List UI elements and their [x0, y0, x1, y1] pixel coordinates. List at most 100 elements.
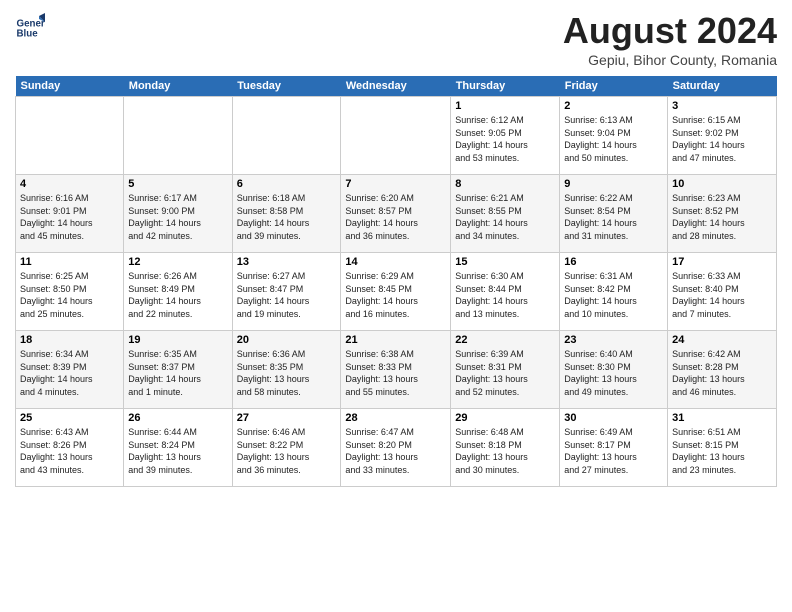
day-number: 29	[455, 412, 555, 424]
day-info: Sunrise: 6:16 AM Sunset: 9:01 PM Dayligh…	[20, 192, 119, 242]
day-info: Sunrise: 6:30 AM Sunset: 8:44 PM Dayligh…	[455, 270, 555, 320]
day-info: Sunrise: 6:22 AM Sunset: 8:54 PM Dayligh…	[564, 192, 663, 242]
day-cell: 8Sunrise: 6:21 AM Sunset: 8:55 PM Daylig…	[451, 175, 560, 253]
day-cell: 30 Sunrise: 6:49 AM Sunset: 8:17 PM Dayli…	[560, 409, 668, 487]
day-info: Sunrise: 6:26 AM Sunset: 8:49 PM Dayligh…	[128, 270, 227, 320]
day-cell	[341, 97, 451, 175]
logo: General Blue	[15, 10, 45, 40]
day-info: Sunrise: 6:34 AM Sunset: 8:39 PM Dayligh…	[20, 348, 119, 398]
day-number: 4	[20, 178, 119, 190]
logo-icon: General Blue	[15, 10, 45, 40]
day-info: Sunrise: 6:29 AM Sunset: 8:45 PM Dayligh…	[345, 270, 446, 320]
day-cell: 29Sunrise: 6:48 AM Sunset: 8:18 PM Dayli…	[451, 409, 560, 487]
location: Gepiu, Bihor County, Romania	[563, 52, 777, 68]
day-cell: 19Sunrise: 6:35 AM Sunset: 8:37 PM Dayli…	[124, 331, 232, 409]
day-cell: 23Sunrise: 6:40 AM Sunset: 8:30 PM Dayli…	[560, 331, 668, 409]
day-info: Sunrise: 6:20 AM Sunset: 8:57 PM Dayligh…	[345, 192, 446, 242]
day-cell: 12 Sunrise: 6:26 AM Sunset: 8:49 PM Dayli…	[124, 253, 232, 331]
day-cell	[16, 97, 124, 175]
day-number: 8	[455, 178, 555, 190]
day-number: 17	[672, 256, 772, 268]
day-cell: 13 Sunrise: 6:27 AM Sunset: 8:47 PM Dayli…	[232, 253, 341, 331]
day-cell: 20 Sunrise: 6:36 AM Sunset: 8:35 PM Dayli…	[232, 331, 341, 409]
day-info: Sunrise: 6:49 AM Sunset: 8:17 PM Dayligh…	[564, 426, 663, 476]
day-number: 22	[455, 334, 555, 346]
day-number: 2	[564, 100, 663, 112]
day-number: 18	[20, 334, 119, 346]
day-info: Sunrise: 6:18 AM Sunset: 8:58 PM Dayligh…	[237, 192, 337, 242]
header: General Blue August 2024 Gepiu, Bihor Co…	[15, 10, 777, 68]
day-number: 24	[672, 334, 772, 346]
day-cell: 5Sunrise: 6:17 AM Sunset: 9:00 PM Daylig…	[124, 175, 232, 253]
day-number: 13	[237, 256, 337, 268]
col-wednesday: Wednesday	[341, 76, 451, 97]
day-cell: 17 Sunrise: 6:33 AM Sunset: 8:40 PM Dayli…	[668, 253, 777, 331]
day-number: 21	[345, 334, 446, 346]
day-number: 26	[128, 412, 227, 424]
day-cell: 9 Sunrise: 6:22 AM Sunset: 8:54 PM Daylig…	[560, 175, 668, 253]
day-number: 23	[564, 334, 663, 346]
day-cell: 15 Sunrise: 6:30 AM Sunset: 8:44 PM Dayli…	[451, 253, 560, 331]
day-info: Sunrise: 6:39 AM Sunset: 8:31 PM Dayligh…	[455, 348, 555, 398]
day-number: 15	[455, 256, 555, 268]
day-cell: 18 Sunrise: 6:34 AM Sunset: 8:39 PM Dayli…	[16, 331, 124, 409]
day-cell: 28 Sunrise: 6:47 AM Sunset: 8:20 PM Dayli…	[341, 409, 451, 487]
day-info: Sunrise: 6:33 AM Sunset: 8:40 PM Dayligh…	[672, 270, 772, 320]
week-row-2: 11 Sunrise: 6:25 AM Sunset: 8:50 PM Dayli…	[16, 253, 777, 331]
day-cell: 27 Sunrise: 6:46 AM Sunset: 8:22 PM Dayli…	[232, 409, 341, 487]
day-info: Sunrise: 6:43 AM Sunset: 8:26 PM Dayligh…	[20, 426, 119, 476]
col-sunday: Sunday	[16, 76, 124, 97]
calendar-page: General Blue August 2024 Gepiu, Bihor Co…	[0, 0, 792, 612]
day-number: 12	[128, 256, 227, 268]
day-info: Sunrise: 6:12 AM Sunset: 9:05 PM Dayligh…	[455, 114, 555, 164]
day-info: Sunrise: 6:42 AM Sunset: 8:28 PM Dayligh…	[672, 348, 772, 398]
day-number: 20	[237, 334, 337, 346]
day-number: 3	[672, 100, 772, 112]
day-number: 1	[455, 100, 555, 112]
day-info: Sunrise: 6:31 AM Sunset: 8:42 PM Dayligh…	[564, 270, 663, 320]
day-number: 28	[345, 412, 446, 424]
col-saturday: Saturday	[668, 76, 777, 97]
day-info: Sunrise: 6:51 AM Sunset: 8:15 PM Dayligh…	[672, 426, 772, 476]
day-number: 19	[128, 334, 227, 346]
day-number: 16	[564, 256, 663, 268]
day-info: Sunrise: 6:44 AM Sunset: 8:24 PM Dayligh…	[128, 426, 227, 476]
day-cell: 26 Sunrise: 6:44 AM Sunset: 8:24 PM Dayli…	[124, 409, 232, 487]
day-info: Sunrise: 6:46 AM Sunset: 8:22 PM Dayligh…	[237, 426, 337, 476]
day-cell: 10Sunrise: 6:23 AM Sunset: 8:52 PM Dayli…	[668, 175, 777, 253]
day-cell: 4 Sunrise: 6:16 AM Sunset: 9:01 PM Daylig…	[16, 175, 124, 253]
day-number: 31	[672, 412, 772, 424]
day-info: Sunrise: 6:13 AM Sunset: 9:04 PM Dayligh…	[564, 114, 663, 164]
day-number: 27	[237, 412, 337, 424]
day-cell: 2 Sunrise: 6:13 AM Sunset: 9:04 PM Daylig…	[560, 97, 668, 175]
day-cell: 31 Sunrise: 6:51 AM Sunset: 8:15 PM Dayli…	[668, 409, 777, 487]
col-thursday: Thursday	[451, 76, 560, 97]
day-number: 11	[20, 256, 119, 268]
day-number: 9	[564, 178, 663, 190]
header-row: Sunday Monday Tuesday Wednesday Thursday…	[16, 76, 777, 97]
col-friday: Friday	[560, 76, 668, 97]
day-number: 25	[20, 412, 119, 424]
day-cell	[232, 97, 341, 175]
day-cell: 7Sunrise: 6:20 AM Sunset: 8:57 PM Daylig…	[341, 175, 451, 253]
week-row-0: 1 Sunrise: 6:12 AM Sunset: 9:05 PM Daylig…	[16, 97, 777, 175]
week-row-1: 4 Sunrise: 6:16 AM Sunset: 9:01 PM Daylig…	[16, 175, 777, 253]
day-info: Sunrise: 6:25 AM Sunset: 8:50 PM Dayligh…	[20, 270, 119, 320]
day-info: Sunrise: 6:27 AM Sunset: 8:47 PM Dayligh…	[237, 270, 337, 320]
day-cell: 22 Sunrise: 6:39 AM Sunset: 8:31 PM Dayli…	[451, 331, 560, 409]
day-info: Sunrise: 6:36 AM Sunset: 8:35 PM Dayligh…	[237, 348, 337, 398]
day-cell: 3 Sunrise: 6:15 AM Sunset: 9:02 PM Daylig…	[668, 97, 777, 175]
day-cell: 24 Sunrise: 6:42 AM Sunset: 8:28 PM Dayli…	[668, 331, 777, 409]
svg-text:Blue: Blue	[17, 28, 39, 39]
day-number: 30	[564, 412, 663, 424]
day-info: Sunrise: 6:47 AM Sunset: 8:20 PM Dayligh…	[345, 426, 446, 476]
day-cell: 14Sunrise: 6:29 AM Sunset: 8:45 PM Dayli…	[341, 253, 451, 331]
day-cell: 1 Sunrise: 6:12 AM Sunset: 9:05 PM Daylig…	[451, 97, 560, 175]
day-number: 6	[237, 178, 337, 190]
day-info: Sunrise: 6:23 AM Sunset: 8:52 PM Dayligh…	[672, 192, 772, 242]
day-info: Sunrise: 6:15 AM Sunset: 9:02 PM Dayligh…	[672, 114, 772, 164]
day-cell: 21Sunrise: 6:38 AM Sunset: 8:33 PM Dayli…	[341, 331, 451, 409]
day-info: Sunrise: 6:17 AM Sunset: 9:00 PM Dayligh…	[128, 192, 227, 242]
calendar-table: Sunday Monday Tuesday Wednesday Thursday…	[15, 76, 777, 487]
day-cell	[124, 97, 232, 175]
